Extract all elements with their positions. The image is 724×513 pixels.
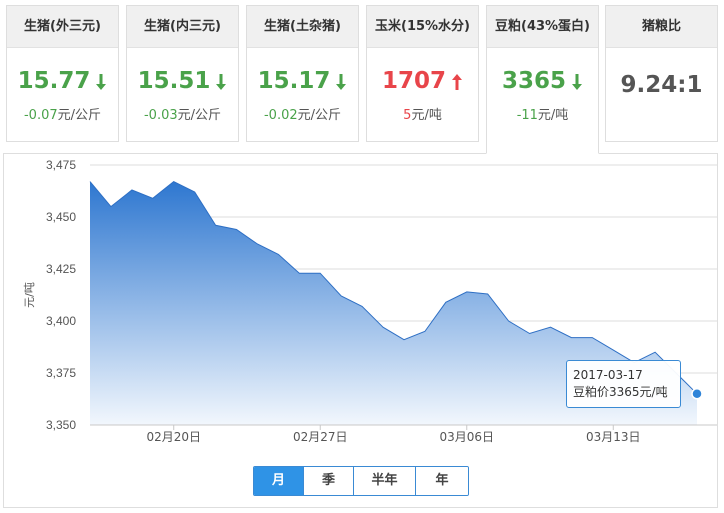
y-tick-label: 3,425 (46, 262, 76, 276)
tab-half-year[interactable]: 半年 (354, 467, 416, 495)
card-value-row: 1707 (367, 66, 478, 96)
card-change-row: -0.02元/公斤 (247, 104, 358, 123)
y-tick-label: 3,450 (46, 210, 76, 224)
x-tick-label: 02月20日 (146, 430, 201, 444)
chart-tooltip: 2017-03-17 豆粕价3365元/吨 (566, 360, 681, 408)
card-title: 玉米(15%水分) (367, 6, 478, 48)
card-value: 1707 (381, 68, 446, 94)
card-change-row: 5元/吨 (367, 104, 478, 123)
card-change: -0.07 (23, 108, 58, 123)
card-change: -0.02 (263, 108, 298, 123)
y-tick-label: 3,400 (46, 314, 76, 328)
card-value: 9.24:1 (620, 72, 703, 98)
card-title: 豆粕(43%蛋白) (487, 6, 598, 48)
card-title: 猪粮比 (606, 6, 717, 48)
card-value: 3365 (501, 68, 566, 94)
arrow-down-icon (96, 73, 107, 90)
card-change-row: -11元/吨 (487, 104, 598, 123)
card-change-row: -0.03元/公斤 (127, 104, 238, 123)
tab-month[interactable]: 月 (254, 467, 304, 495)
card-soybean-meal[interactable]: 豆粕(43%蛋白) 3365 -11元/吨 (486, 5, 599, 154)
x-tick-label: 03月13日 (586, 430, 641, 444)
card-title: 生猪(土杂猪) (247, 6, 358, 48)
y-tick-label: 3,375 (46, 366, 76, 380)
card-value-row: 15.51 (127, 66, 238, 96)
card-corn[interactable]: 玉米(15%水分) 1707 5元/吨 (366, 5, 479, 142)
card-unit: 元/公斤 (57, 108, 102, 123)
card-unit: 元/吨 (411, 108, 442, 123)
card-unit: 元/公斤 (297, 108, 342, 123)
price-cards: 生猪(外三元) 15.77 -0.07元/公斤 生猪(内三元) 15.51 -0… (6, 5, 718, 154)
card-pig-waisanyuan[interactable]: 生猪(外三元) 15.77 -0.07元/公斤 (6, 5, 119, 142)
card-value: 15.51 (137, 68, 211, 94)
card-value-row: 3365 (487, 66, 598, 96)
card-change: -0.03 (143, 108, 178, 123)
highlight-point (691, 388, 703, 400)
tab-year[interactable]: 年 (416, 467, 468, 495)
card-unit: 元/公斤 (177, 108, 222, 123)
y-axis-title: 元/吨 (23, 282, 36, 308)
range-tabs: 月 季 半年 年 (253, 466, 469, 496)
card-value: 15.17 (257, 68, 331, 94)
price-chart-panel: 3,350 3,375 3,400 3,425 3,450 3,475 元/吨 02月20日 0… (3, 153, 718, 508)
card-value-row: 9.24:1 (606, 70, 717, 100)
card-value: 15.77 (17, 68, 91, 94)
arrow-down-icon (336, 73, 347, 90)
y-tick-label: 3,475 (46, 158, 76, 172)
card-unit: 元/吨 (537, 108, 569, 123)
tooltip-date: 2017-03-17 (573, 368, 643, 382)
card-value-row: 15.77 (7, 66, 118, 96)
tooltip-label: 豆粕价3365元/吨 (573, 385, 668, 399)
y-tick-label: 3,350 (46, 418, 76, 432)
arrow-down-icon (216, 73, 227, 90)
x-tick-label: 03月06日 (439, 430, 494, 444)
card-change-row: -0.07元/公斤 (7, 104, 118, 123)
card-pig-neisanyuan[interactable]: 生猪(内三元) 15.51 -0.03元/公斤 (126, 5, 239, 142)
x-tick-label: 02月27日 (293, 430, 348, 444)
card-title: 生猪(内三元) (127, 6, 238, 48)
arrow-up-icon (452, 73, 462, 90)
card-value-row: 15.17 (247, 66, 358, 96)
card-change: -11 (516, 108, 538, 123)
card-pig-grain-ratio[interactable]: 猪粮比 9.24:1 (605, 5, 718, 142)
arrow-down-icon (572, 73, 582, 90)
tab-quarter[interactable]: 季 (304, 467, 354, 495)
card-pig-tuzazhu[interactable]: 生猪(土杂猪) 15.17 -0.02元/公斤 (246, 5, 359, 142)
card-title: 生猪(外三元) (7, 6, 118, 48)
soybean-meal-price-chart[interactable]: 3,350 3,375 3,400 3,425 3,450 3,475 元/吨 02月20日 0… (4, 154, 719, 509)
